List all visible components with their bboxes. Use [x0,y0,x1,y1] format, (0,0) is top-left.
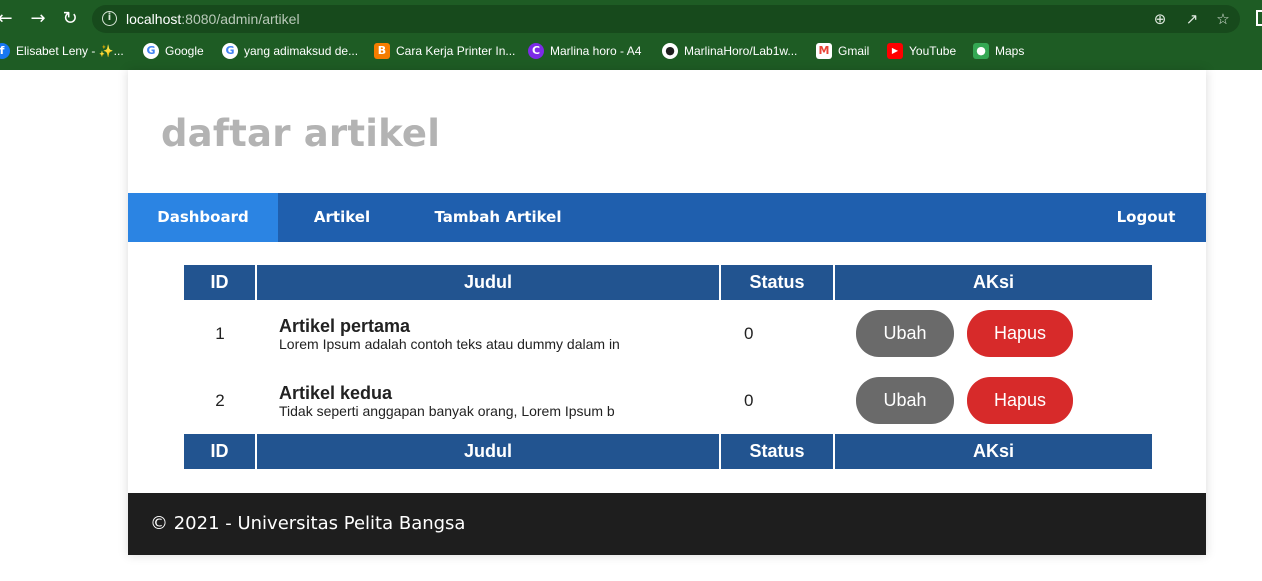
maps-icon: ● [973,43,989,59]
bookmark-item[interactable]: G yang adimaksud de... [222,42,358,60]
cell-aksi: Ubah Hapus [834,367,1152,434]
article-table: ID Judul Status AKsi 1 Artikel pertama L… [184,265,1152,469]
blogger-icon: B [374,43,390,59]
edit-button[interactable]: Ubah [856,310,954,357]
column-footer-aksi: AKsi [833,434,1152,469]
google-icon: G [143,43,159,59]
column-footer-id: ID [184,434,256,469]
share-icon[interactable]: ↗ [1182,9,1202,29]
table-row: 2 Artikel kedua Tidak seperti anggapan b… [184,367,1152,434]
bookmark-item[interactable]: ● Maps [973,42,1024,60]
article-title: Artikel kedua [279,382,393,403]
article-excerpt: Lorem Ipsum adalah contoh teks atau dumm… [279,335,620,352]
delete-button[interactable]: Hapus [967,377,1073,424]
bookmark-item[interactable]: M Gmail [816,42,869,60]
bookmark-item[interactable]: ▶ YouTube [887,42,956,60]
google-icon: G [222,43,238,59]
cell-id: 1 [215,323,225,343]
bookmark-label: Gmail [838,44,870,58]
browser-chrome: ← → ↻ i localhost:8080/admin/artikel ⊕ ↗… [0,0,1262,70]
nav-item-tambah-artikel[interactable]: Tambah Artikel [428,193,568,242]
bookmark-label: YouTube [909,44,957,58]
url-path: /admin/artikel [216,11,300,27]
bookmark-item[interactable]: f Elisabet Leny - ✨... [0,42,124,60]
bookmark-label: Marlina horo - A4 [550,44,642,58]
youtube-icon: ▶ [887,43,903,59]
bookmarks-bar: f Elisabet Leny - ✨... G Google G yang a… [0,38,1262,64]
column-header-aksi: AKsi [833,265,1152,300]
table-footer-row: ID Judul Status AKsi [184,434,1152,469]
canva-icon: C [528,43,544,59]
bookmark-item[interactable]: ● MarlinaHoro/Lab1w... [662,42,797,60]
cell-status: 0 [744,390,754,410]
nav-item-dashboard[interactable]: Dashboard [128,193,278,242]
bookmark-label: MarlinaHoro/Lab1w... [684,44,798,58]
gmail-icon: M [816,43,832,59]
bookmark-item[interactable]: G Google [143,42,204,60]
star-icon[interactable]: ☆ [1213,9,1233,29]
bookmark-label: yang adimaksud de... [244,44,359,58]
info-icon[interactable]: i [102,11,117,26]
article-title: Artikel pertama [279,315,411,336]
bookmark-item[interactable]: B Cara Kerja Printer In... [374,42,515,60]
address-url[interactable]: localhost:8080/admin/artikel [126,11,300,27]
nav-item-artikel[interactable]: Artikel [302,193,382,242]
address-bar[interactable]: i localhost:8080/admin/artikel ⊕ ↗ ☆ [92,5,1240,33]
url-host: localhost [126,11,182,27]
site-footer: © 2021 - Universitas Pelita Bangsa [128,493,1206,555]
column-footer-status: Status [719,434,834,469]
bookmark-label: Google [165,44,204,58]
column-header-id: ID [184,265,256,300]
bookmark-label: Maps [995,44,1025,58]
cell-judul: Artikel pertama Lorem Ipsum adalah conto… [256,300,720,367]
arrow-left-icon[interactable]: ← [0,8,16,30]
github-icon: ● [662,43,678,59]
url-port: :8080 [181,11,217,27]
column-footer-judul: Judul [255,434,720,469]
arrow-right-icon[interactable]: → [27,8,49,30]
cell-status: 0 [744,323,754,343]
article-excerpt: Tidak seperti anggapan banyak orang, Lor… [279,402,615,419]
zoom-icon[interactable]: ⊕ [1150,9,1170,29]
column-header-status: Status [719,265,834,300]
edit-button[interactable]: Ubah [856,377,954,424]
nav-item-logout[interactable]: Logout [1108,193,1184,242]
delete-button[interactable]: Hapus [967,310,1073,357]
cell-aksi: Ubah Hapus [834,300,1152,367]
bookmark-item[interactable]: C Marlina horo - A4 [528,42,641,60]
page-container: daftar artikel Dashboard Artikel Tambah … [128,70,1206,555]
bookmark-label: Cara Kerja Printer In... [396,44,516,58]
page-title: daftar artikel [161,112,441,155]
cell-id: 2 [215,390,225,410]
column-header-judul: Judul [255,265,720,300]
browser-toolbar: ← → ↻ i localhost:8080/admin/artikel ⊕ ↗… [0,0,1262,38]
bookmark-label: Elisabet Leny - ✨... [16,44,124,58]
table-row: 1 Artikel pertama Lorem Ipsum adalah con… [184,300,1152,367]
cell-judul: Artikel kedua Tidak seperti anggapan ban… [256,367,720,434]
reload-icon[interactable]: ↻ [59,8,81,30]
facebook-icon: f [0,43,10,59]
main-navbar: Dashboard Artikel Tambah Artikel Logout [128,193,1206,242]
side-panel-icon[interactable] [1256,10,1262,26]
table-header-row: ID Judul Status AKsi [184,265,1152,300]
